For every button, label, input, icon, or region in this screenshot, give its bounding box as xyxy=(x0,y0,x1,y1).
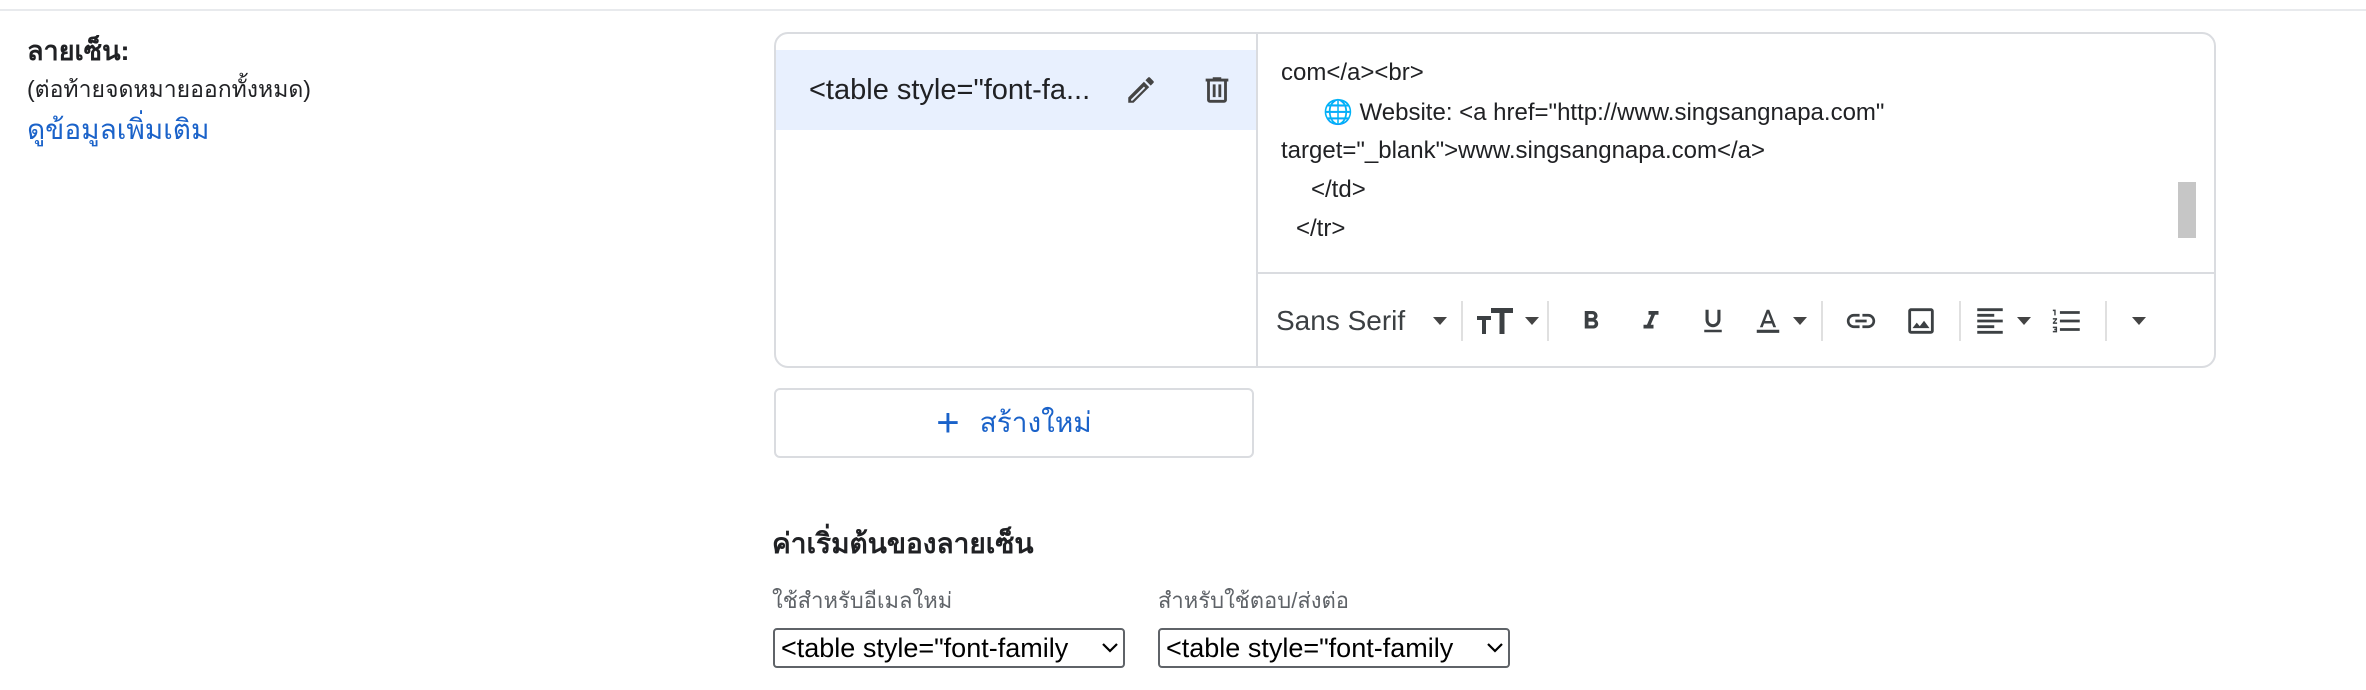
editor-line: target="_blank">www.singsangnapa.com</a> xyxy=(1281,137,1766,164)
signature-label-column: ลายเซ็น: (ต่อท้ายจดหมายออกทั้งหมด) ดูข้อ… xyxy=(27,34,311,150)
font-size-button[interactable] xyxy=(1475,293,1540,349)
italic-icon xyxy=(1643,311,1659,329)
toolbar-divider xyxy=(1547,301,1550,341)
top-divider xyxy=(0,9,2366,11)
learn-more-link[interactable]: ดูข้อมูลเพิ่มเติม xyxy=(27,110,311,150)
chevron-down-icon xyxy=(1097,642,1123,654)
create-new-button[interactable]: + สร้างใหม่ xyxy=(774,388,1254,458)
signature-editor-panel: <table style="font-fa... com</a><br> 🌐 W… xyxy=(774,32,2216,368)
plus-icon: + xyxy=(936,401,960,445)
editor-line: com</a><br> xyxy=(1281,59,1424,86)
more-options-icon xyxy=(2132,317,2147,325)
editor-line: </td> xyxy=(1311,176,1366,203)
signature-list-item[interactable]: <table style="font-fa... xyxy=(776,50,1256,130)
numbered-list-button[interactable] xyxy=(2043,293,2091,349)
font-family-select[interactable]: Sans Serif xyxy=(1276,305,1448,337)
toolbar-divider xyxy=(1461,301,1464,341)
signature-list: <table style="font-fa... xyxy=(776,34,1258,366)
more-options-button[interactable] xyxy=(2115,293,2163,349)
chevron-down-icon xyxy=(1433,317,1448,325)
reply-forward-label: สำหรับใช้ตอบ/ส่งต่อ xyxy=(1158,588,1349,613)
editor-line: 🌐 Website: <a href="http://www.singsangn… xyxy=(1323,99,1885,126)
underline-icon xyxy=(1704,309,1722,333)
signature-editor-text[interactable]: com</a><br> 🌐 Website: <a href="http://w… xyxy=(1258,34,2214,274)
new-email-select-value: <table style="font-family xyxy=(781,632,1069,663)
formatting-toolbar: Sans Serif xyxy=(1258,274,2214,366)
reply-select-value: <table style="font-family xyxy=(1166,632,1454,663)
align-icon xyxy=(1977,308,2003,334)
chevron-down-icon xyxy=(1525,317,1540,325)
editor-line: </tr> xyxy=(1296,215,1346,242)
signature-defaults-title: ค่าเริ่มต้นของลายเซ็น xyxy=(772,528,1034,559)
link-button[interactable] xyxy=(1837,293,1885,349)
toolbar-divider xyxy=(1821,301,1824,341)
italic-button[interactable] xyxy=(1627,293,1675,349)
chevron-down-icon xyxy=(1482,642,1508,654)
toolbar-divider xyxy=(2105,301,2108,341)
signature-name: <table style="font-fa... xyxy=(809,73,1091,106)
image-icon xyxy=(1908,308,1934,334)
align-button[interactable] xyxy=(1973,293,2032,349)
numbered-list-icon xyxy=(2053,309,2080,333)
font-family-label: Sans Serif xyxy=(1276,305,1406,336)
signature-subtitle: (ต่อท้ายจดหมายออกทั้งหมด) xyxy=(27,76,311,102)
bold-button[interactable] xyxy=(1567,293,1615,349)
underline-button[interactable] xyxy=(1689,293,1737,349)
link-icon xyxy=(1847,313,1876,329)
text-color-button[interactable] xyxy=(1753,293,1808,349)
bold-icon xyxy=(1584,311,1599,329)
editor-scrollbar[interactable] xyxy=(2178,182,2196,238)
toolbar-divider xyxy=(1959,301,1962,341)
create-new-label: สร้างใหม่ xyxy=(979,407,1092,438)
signature-title: ลายเซ็น: xyxy=(27,36,130,66)
chevron-down-icon xyxy=(2017,317,2032,325)
new-email-label: ใช้สำหรับอีเมลใหม่ xyxy=(772,588,953,613)
text-color-icon xyxy=(1756,309,1780,333)
image-button[interactable] xyxy=(1897,293,1945,349)
edit-icon[interactable] xyxy=(1115,64,1167,116)
font-size-icon xyxy=(1477,308,1514,334)
new-email-signature-select[interactable]: <table style="font-family xyxy=(773,628,1125,668)
reply-forward-signature-select[interactable]: <table style="font-family xyxy=(1158,628,1510,668)
delete-icon[interactable] xyxy=(1191,64,1243,116)
chevron-down-icon xyxy=(1793,317,1808,325)
